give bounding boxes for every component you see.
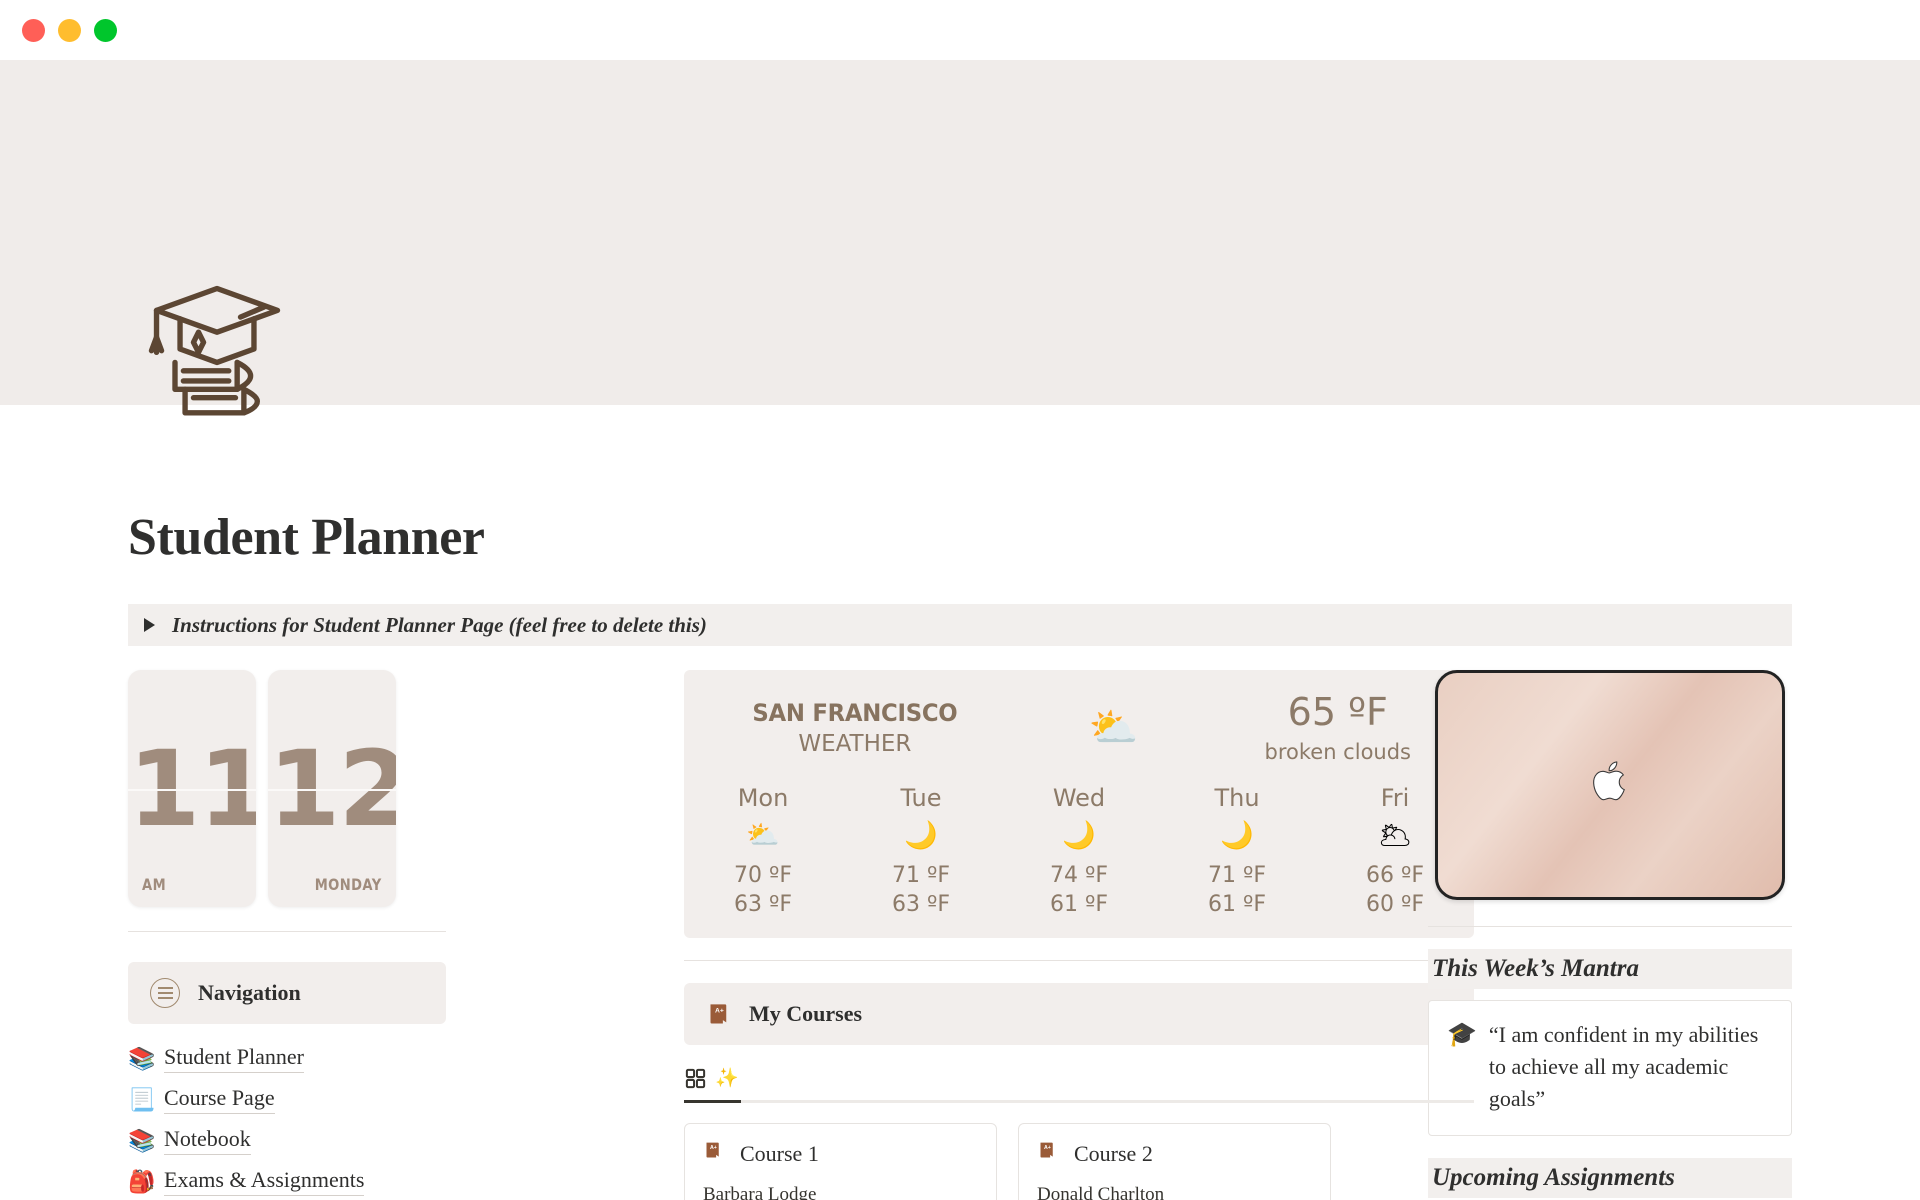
flip-hinge — [128, 788, 256, 791]
forecast-day: Thu 🌙 71 ºF 61 ºF — [1158, 784, 1316, 920]
forecast-weather-icon: ⛅ — [746, 819, 780, 850]
flip-hinge — [268, 788, 396, 791]
course-card-title: Course 1 — [740, 1140, 819, 1166]
apple-logo-icon — [1588, 759, 1632, 811]
minimize-button[interactable] — [58, 18, 81, 42]
clock-weekday: MONDAY — [315, 875, 382, 894]
divider — [684, 960, 1474, 962]
forecast-day: Mon ⛅ 70 ºF 63 ºF — [684, 784, 842, 920]
forecast-weather-icon: 🌙 — [1220, 819, 1254, 850]
right-column: This Week’s Mantra 🎓 “I am confident in … — [1368, 670, 1792, 1200]
page-icon-graduation-books[interactable] — [133, 265, 301, 433]
navigation-header: Navigation — [128, 962, 446, 1024]
course-card-instructor: Barbara Lodge — [703, 1184, 817, 1200]
sun-behind-cloud-icon: ⛅ — [1088, 704, 1139, 750]
backpack-icon: 🎒 — [128, 1168, 156, 1194]
page-icon: 📃 — [128, 1086, 156, 1112]
mantra-header-label: This Week’s Mantra — [1432, 955, 1639, 982]
weather-city: SAN FRANCISCO — [752, 698, 958, 727]
divider — [1428, 926, 1792, 927]
mantra-quote: “I am confident in my abilities to achie… — [1488, 1022, 1759, 1111]
weather-forecast: Mon ⛅ 70 ºF 63 ºF Tue 🌙 71 ºF 63 ºF Wed … — [684, 784, 1474, 920]
forecast-day-name: Mon — [737, 783, 789, 812]
sidebar-item-exams-assignments[interactable]: 🎒 Exams & Assignments — [128, 1161, 578, 1200]
forecast-weather-icon: 🌙 — [904, 819, 938, 850]
svg-text:A+: A+ — [1044, 1145, 1051, 1151]
clock-hour-card: 11 AM — [128, 670, 256, 907]
svg-text:A+: A+ — [715, 1007, 724, 1014]
grade-book-icon: A+ — [703, 1140, 730, 1167]
course-card-instructor: Donald Charlton — [1037, 1184, 1165, 1200]
sidebar-item-label[interactable]: Student Planner — [164, 1044, 304, 1073]
clock-meridiem: AM — [142, 875, 167, 894]
weather-widget: SAN FRANCISCO WEATHER ⛅ 65 ºF broken clo… — [684, 670, 1474, 939]
navigation-header-label: Navigation — [198, 980, 301, 1005]
sidebar-item-notebook[interactable]: 📚 Notebook — [128, 1120, 578, 1161]
forecast-low: 61 ºF — [1207, 892, 1266, 918]
menu-icon — [150, 978, 180, 1008]
close-button[interactable] — [22, 18, 45, 42]
forecast-day: Wed 🌙 74 ºF 61 ºF — [1000, 784, 1158, 920]
laptop-illustration — [1435, 670, 1785, 900]
middle-column: SAN FRANCISCO WEATHER ⛅ 65 ºF broken clo… — [578, 670, 1474, 1200]
forecast-high: 74 ºF — [1049, 862, 1108, 888]
flip-clock: 11 AM 12 MONDAY — [128, 670, 578, 907]
sidebar-item-student-planner[interactable]: 📚 Student Planner — [128, 1038, 578, 1079]
forecast-high: 71 ºF — [1207, 862, 1266, 888]
instructions-toggle[interactable]: Instructions for Student Planner Page (f… — [128, 604, 1792, 646]
course-card[interactable]: A+ Course 1 Barbara Lodge — [684, 1123, 997, 1200]
my-courses-label: My Courses — [749, 1001, 863, 1027]
grade-book-icon: A+ — [1037, 1140, 1064, 1167]
forecast-day-name: Wed — [1052, 783, 1106, 812]
course-card[interactable]: A+ Course 2 Donald Charlton — [1018, 1123, 1331, 1200]
page-title: Student Planner — [128, 509, 485, 566]
forecast-day-name: Tue — [900, 783, 942, 812]
left-column: 11 AM 12 MONDAY Navigation 📚 Student Pla… — [128, 670, 578, 1200]
forecast-day-name: Thu — [1214, 783, 1260, 812]
forecast-high: 70 ºF — [733, 862, 792, 888]
upcoming-assignments-header: Upcoming Assignments — [1428, 1157, 1792, 1198]
upcoming-assignments-label: Upcoming Assignments — [1432, 1163, 1675, 1191]
tab-active-indicator — [684, 1100, 741, 1104]
forecast-weather-icon: 🌙 — [1062, 819, 1096, 850]
course-card-list: A+ Course 1 Barbara Lodge A+ Course 2 Do… — [684, 1123, 1368, 1200]
clock-date-card: 12 MONDAY — [268, 670, 396, 907]
tab-underline — [684, 1100, 1474, 1104]
my-courses-header: A+ My Courses — [684, 983, 1474, 1046]
sparkles-icon: ✨ — [715, 1068, 739, 1090]
sidebar-item-label[interactable]: Exams & Assignments — [164, 1167, 365, 1196]
window-titlebar — [0, 0, 1920, 60]
sidebar-item-label[interactable]: Course Page — [164, 1085, 275, 1114]
forecast-day: Tue 🌙 71 ºF 63 ºF — [842, 784, 1000, 920]
svg-text:A+: A+ — [710, 1145, 717, 1151]
maximize-button[interactable] — [94, 18, 117, 42]
grade-book-icon: A+ — [706, 1001, 733, 1028]
forecast-low: 61 ºF — [1049, 892, 1108, 918]
navigation-list: 📚 Student Planner 📃 Course Page 📚 Notebo… — [128, 1038, 578, 1200]
course-card-title: Course 2 — [1074, 1140, 1153, 1166]
forecast-high: 71 ºF — [891, 862, 950, 888]
courses-view-tabs: ✨ — [684, 1067, 1474, 1104]
sidebar-item-course-page[interactable]: 📃 Course Page — [128, 1079, 578, 1120]
sidebar-item-label[interactable]: Notebook — [164, 1126, 251, 1155]
weather-subtitle: WEATHER — [798, 730, 912, 757]
forecast-low: 63 ºF — [891, 892, 950, 918]
page-cover — [0, 60, 1920, 416]
forecast-low: 63 ºF — [733, 892, 792, 918]
gallery-view-icon[interactable] — [684, 1067, 707, 1090]
books-icon: 📚 — [128, 1127, 156, 1153]
instructions-toggle-label: Instructions for Student Planner Page (f… — [172, 612, 707, 637]
mantra-card: 🎓 “I am confident in my abilities to ach… — [1428, 1000, 1792, 1136]
divider — [128, 931, 446, 932]
books-icon: 📚 — [128, 1045, 156, 1071]
chevron-right-icon[interactable] — [144, 618, 155, 632]
mantra-header: This Week’s Mantra — [1428, 949, 1792, 989]
